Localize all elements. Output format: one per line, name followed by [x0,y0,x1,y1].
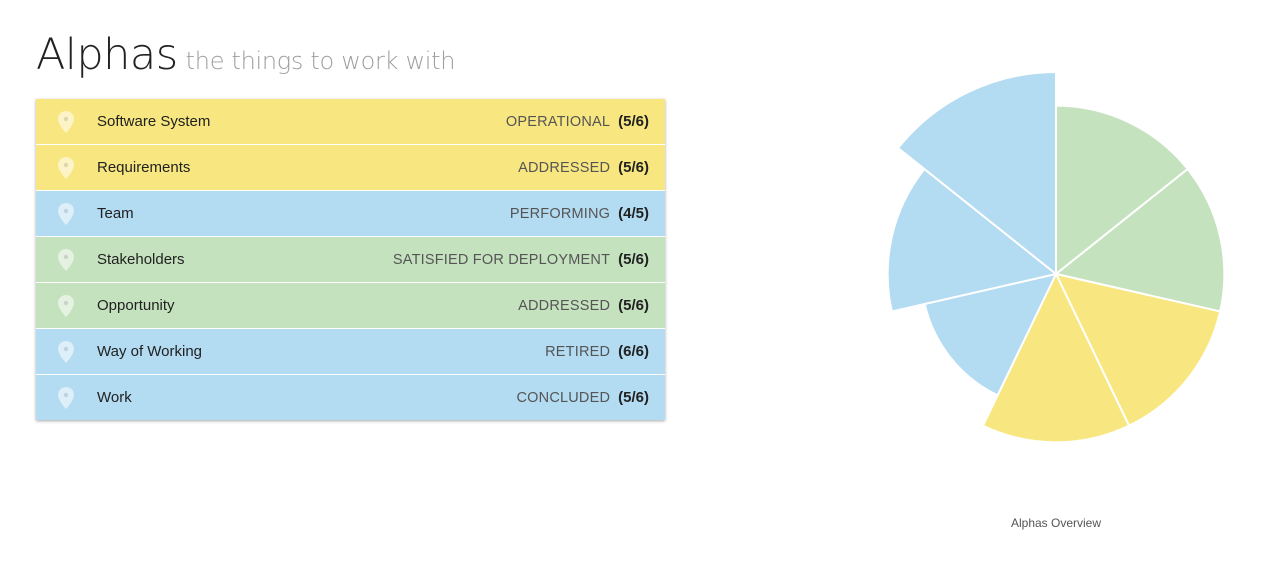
alpha-row-software-system[interactable]: Software System OPERATIONAL (5/6) [36,99,665,145]
alpha-name: Opportunity [97,297,175,314]
alpha-progress: (5/6) [618,251,649,268]
map-pin-icon [58,249,74,271]
alpha-state: CONCLUDED [516,389,611,406]
map-pin-icon [58,157,74,179]
alpha-row-way-of-working[interactable]: Way of Working RETIRED (6/6) [36,329,665,375]
map-pin-icon [58,341,74,363]
alpha-name: Stakeholders [97,251,185,268]
page-subtitle: the things to work with [185,47,456,75]
alpha-state: RETIRED [545,343,611,360]
map-pin-icon [58,203,74,225]
alpha-state: SATISFIED FOR DEPLOYMENT [392,251,611,268]
alpha-state: ADDRESSED [518,297,611,314]
alpha-name: Team [97,205,134,222]
alpha-row-stakeholders[interactable]: Stakeholders SATISFIED FOR DEPLOYMENT (5/… [36,237,665,283]
alphas-polar-chart [886,70,1226,444]
alpha-row-opportunity[interactable]: Opportunity ADDRESSED (5/6) [36,283,665,329]
map-pin-icon [58,387,74,409]
alpha-list: Software System OPERATIONAL (5/6) Require… [36,99,665,420]
alpha-state: ADDRESSED [518,159,611,176]
map-pin-icon [58,295,74,317]
alpha-name: Way of Working [97,343,203,360]
alpha-state: PERFORMING [509,205,611,222]
alpha-progress: (5/6) [618,389,649,406]
chart-title: Alphas Overview [1010,516,1102,530]
alpha-progress: (5/6) [618,113,649,130]
alpha-row-requirements[interactable]: Requirements ADDRESSED (5/6) [36,145,665,191]
alpha-progress: (4/5) [618,205,649,222]
page-title: Alphas [36,30,178,80]
alpha-progress: (5/6) [618,297,649,314]
alpha-state: OPERATIONAL [505,113,611,130]
alpha-row-work[interactable]: Work CONCLUDED (5/6) [36,375,665,420]
alpha-progress: (5/6) [618,159,649,176]
alpha-progress: (6/6) [618,343,649,360]
map-pin-icon [58,111,74,133]
alpha-name: Requirements [97,159,191,176]
alpha-name: Software System [97,113,211,130]
alpha-name: Work [97,389,132,406]
page-header: Alphas the things to work with [36,30,455,80]
alpha-row-team[interactable]: Team PERFORMING (4/5) [36,191,665,237]
